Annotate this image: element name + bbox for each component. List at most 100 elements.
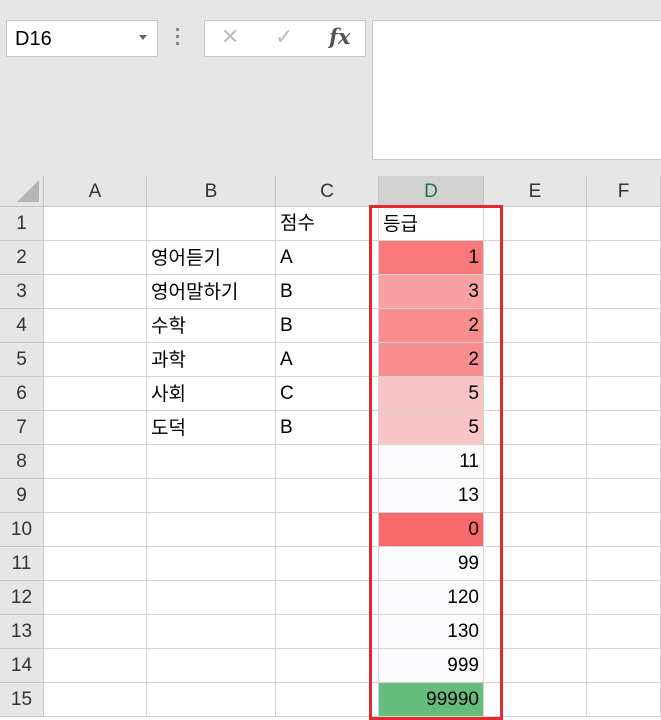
column-header-b[interactable]: B [147,176,276,207]
cell-a8[interactable] [44,445,147,479]
cell-c9[interactable] [276,479,379,513]
cell-d10[interactable]: 0 [379,513,484,547]
column-header-a[interactable]: A [44,176,147,207]
cell-d1[interactable]: 등급 [379,207,484,241]
cell-c6[interactable]: C [276,377,379,411]
cell-b14[interactable] [147,649,276,683]
row-header-4[interactable]: 4 [0,309,44,343]
cell-b10[interactable] [147,513,276,547]
column-header-c[interactable]: C [276,176,379,207]
column-header-f[interactable]: F [587,176,661,207]
cell-d5[interactable]: 2 [379,343,484,377]
cell-d2[interactable]: 1 [379,241,484,275]
cell-f9[interactable] [587,479,661,513]
cell-c15[interactable] [276,683,379,717]
cell-b3[interactable]: 영어말하기 [147,275,276,309]
row-header-3[interactable]: 3 [0,275,44,309]
cell-f7[interactable] [587,411,661,445]
cell-a12[interactable] [44,581,147,615]
cell-e14[interactable] [484,649,587,683]
row-header-7[interactable]: 7 [0,411,44,445]
cell-a15[interactable] [44,683,147,717]
cell-a3[interactable] [44,275,147,309]
cell-e5[interactable] [484,343,587,377]
cell-e9[interactable] [484,479,587,513]
cell-a5[interactable] [44,343,147,377]
cell-f5[interactable] [587,343,661,377]
cell-b2[interactable]: 영어듣기 [147,241,276,275]
column-header-d[interactable]: D [379,176,484,207]
row-header-5[interactable]: 5 [0,343,44,377]
cell-c2[interactable]: A [276,241,379,275]
cell-a14[interactable] [44,649,147,683]
cell-d7[interactable]: 5 [379,411,484,445]
cell-d8[interactable]: 11 [379,445,484,479]
cell-d13[interactable]: 130 [379,615,484,649]
cell-d14[interactable]: 999 [379,649,484,683]
row-header-8[interactable]: 8 [0,445,44,479]
cell-d4[interactable]: 2 [379,309,484,343]
cell-f4[interactable] [587,309,661,343]
cell-a13[interactable] [44,615,147,649]
cell-f6[interactable] [587,377,661,411]
cell-f13[interactable] [587,615,661,649]
row-header-1[interactable]: 1 [0,207,44,241]
cell-b12[interactable] [147,581,276,615]
row-header-6[interactable]: 6 [0,377,44,411]
cell-e13[interactable] [484,615,587,649]
column-header-e[interactable]: E [484,176,587,207]
cell-b5[interactable]: 과학 [147,343,276,377]
cell-d11[interactable]: 99 [379,547,484,581]
cancel-icon[interactable]: ✕ [221,25,239,50]
cell-c13[interactable] [276,615,379,649]
cell-d15[interactable]: 99990 [379,683,484,717]
cell-e1[interactable] [484,207,587,241]
cell-c4[interactable]: B [276,309,379,343]
cell-c10[interactable] [276,513,379,547]
cell-e7[interactable] [484,411,587,445]
cell-b8[interactable] [147,445,276,479]
cell-f1[interactable] [587,207,661,241]
cell-c8[interactable] [276,445,379,479]
row-header-11[interactable]: 11 [0,547,44,581]
cell-d9[interactable]: 13 [379,479,484,513]
insert-function-icon[interactable]: fx [329,24,351,49]
cell-e3[interactable] [484,275,587,309]
cell-c12[interactable] [276,581,379,615]
cell-f10[interactable] [587,513,661,547]
cell-b6[interactable]: 사회 [147,377,276,411]
select-all-button[interactable] [0,176,44,207]
cell-b9[interactable] [147,479,276,513]
cell-f11[interactable] [587,547,661,581]
cell-f14[interactable] [587,649,661,683]
cell-e11[interactable] [484,547,587,581]
row-header-13[interactable]: 13 [0,615,44,649]
cell-b11[interactable] [147,547,276,581]
row-header-9[interactable]: 9 [0,479,44,513]
cell-d3[interactable]: 3 [379,275,484,309]
cell-a7[interactable] [44,411,147,445]
row-header-10[interactable]: 10 [0,513,44,547]
cell-c5[interactable]: A [276,343,379,377]
cell-c14[interactable] [276,649,379,683]
row-header-12[interactable]: 12 [0,581,44,615]
cell-b15[interactable] [147,683,276,717]
enter-icon[interactable]: ✓ [275,25,293,50]
cell-f15[interactable] [587,683,661,717]
cell-e4[interactable] [484,309,587,343]
chevron-down-icon[interactable] [139,35,147,40]
cell-b7[interactable]: 도덕 [147,411,276,445]
cell-a6[interactable] [44,377,147,411]
cell-a10[interactable] [44,513,147,547]
cell-c7[interactable]: B [276,411,379,445]
cell-b4[interactable]: 수학 [147,309,276,343]
cell-e8[interactable] [484,445,587,479]
cell-e2[interactable] [484,241,587,275]
cell-f3[interactable] [587,275,661,309]
cell-f8[interactable] [587,445,661,479]
cell-f12[interactable] [587,581,661,615]
cell-a11[interactable] [44,547,147,581]
cell-a9[interactable] [44,479,147,513]
cell-c3[interactable]: B [276,275,379,309]
cell-f2[interactable] [587,241,661,275]
